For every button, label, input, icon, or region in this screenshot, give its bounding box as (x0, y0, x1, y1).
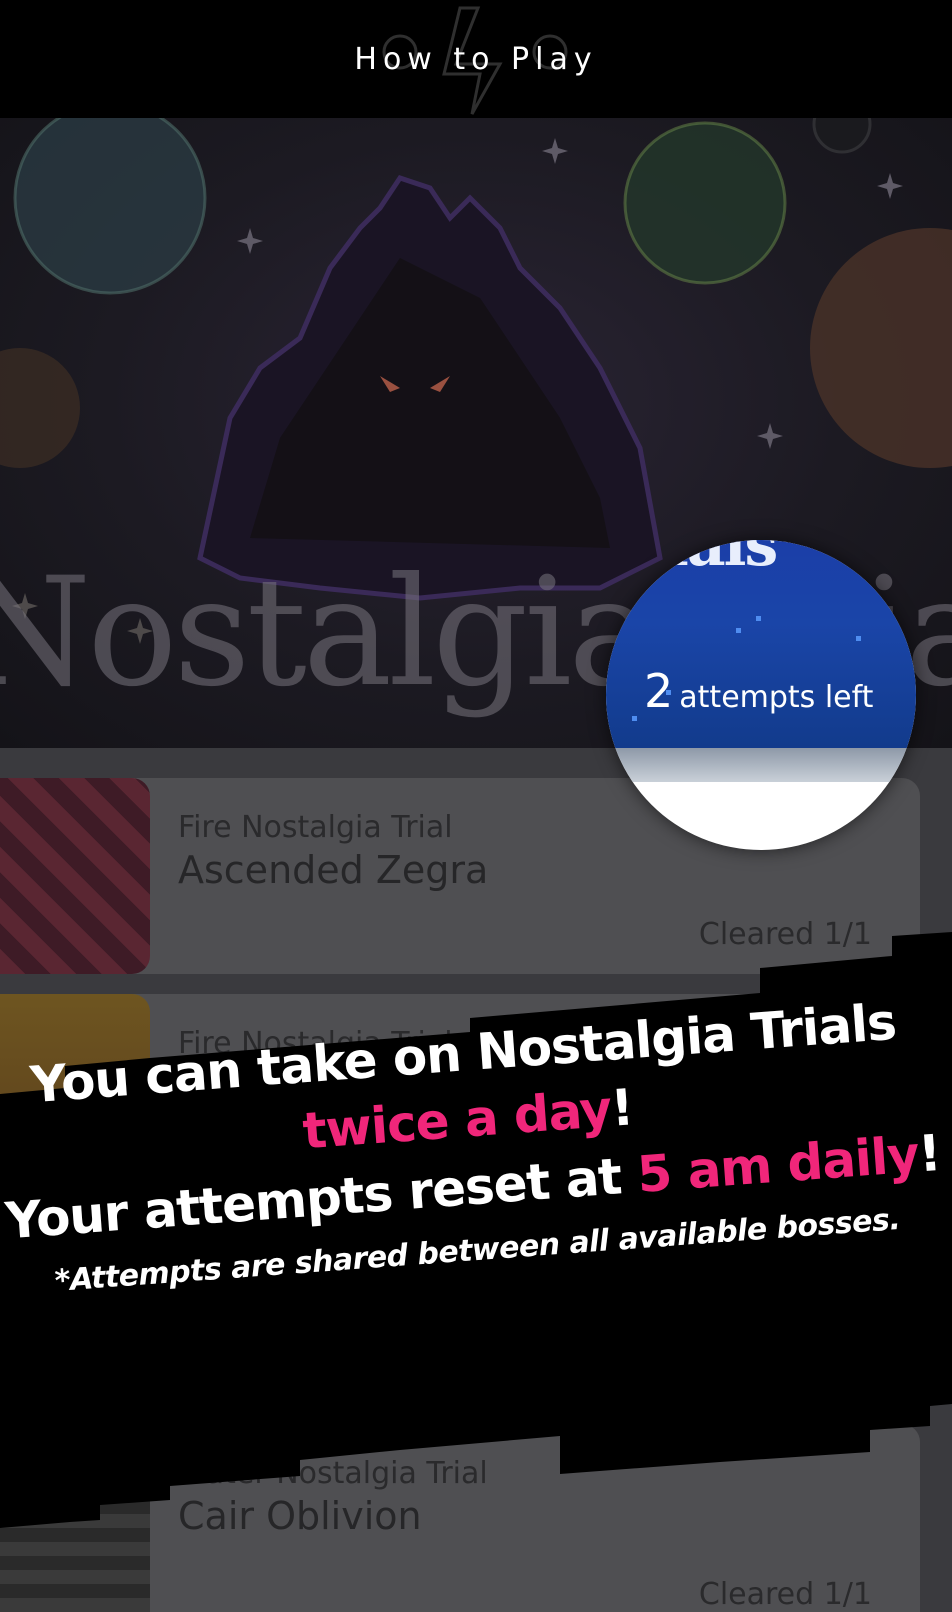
list-item[interactable]: Water Nostalgia Trial Cair Oblivion Clea… (0, 1424, 920, 1612)
header-bar: How to Play (0, 0, 952, 118)
magnifier-strip (606, 748, 916, 782)
cleared-status: Cleared 1/1 (698, 917, 872, 952)
attempts-count: 2 (644, 664, 674, 718)
boss-name: Cair Oblivion (178, 1494, 422, 1538)
attempts-text: attempts left (679, 680, 874, 715)
callout-exclaim: ! (916, 1123, 943, 1184)
page-title: How to Play (354, 41, 598, 77)
boss-name: Ascended Zegra (178, 848, 489, 892)
attempts-magnifier: ials 2 attempts left (606, 540, 916, 850)
magnifier-title-fragment: ials (666, 540, 778, 580)
trial-type-label: Fire Nostalgia Trial (178, 810, 453, 845)
callout-exclaim: ! (608, 1078, 635, 1138)
cleared-status: Cleared 1/1 (698, 1577, 872, 1612)
attempts-left-label: 2 attempts left (644, 664, 873, 718)
boss-thumbnail (0, 1424, 150, 1612)
boss-thumbnail (0, 778, 150, 974)
trial-type-label: Water Nostalgia Trial (178, 1456, 488, 1491)
magnifier-banner-zoom: ials 2 attempts left (606, 540, 916, 748)
